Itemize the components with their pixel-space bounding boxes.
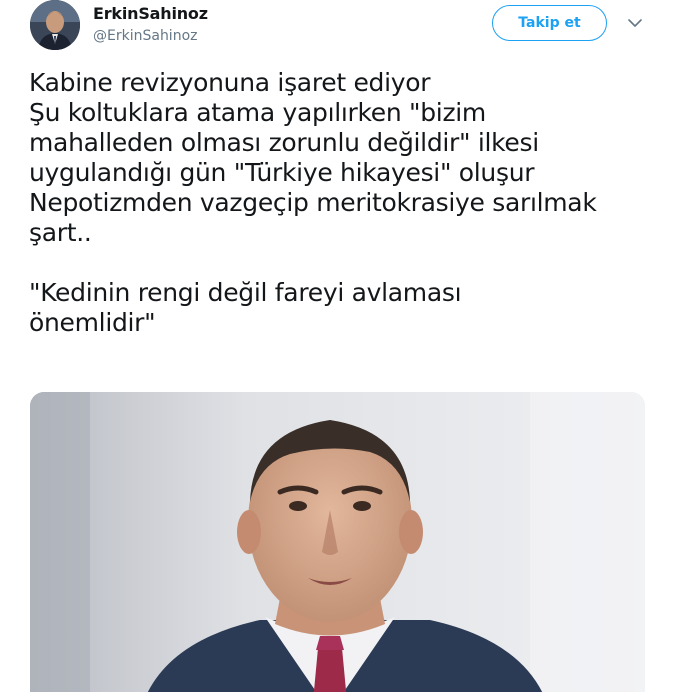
portrait-photo bbox=[30, 392, 645, 692]
tweet-photo[interactable] bbox=[30, 392, 645, 692]
display-name[interactable]: ErkinSahinoz bbox=[93, 4, 208, 23]
tweet-card: ErkinSahinoz @ErkinSahinoz Takip et Kabi… bbox=[0, 0, 673, 692]
tweet-text-line: Şu koltuklara atama yapılırken "bizim bbox=[29, 98, 486, 127]
avatar[interactable] bbox=[30, 0, 80, 50]
tweet-text-spacer bbox=[29, 248, 659, 278]
tweet-text-line: Nepotizmden vazgeçip meritokrasiye sarıl… bbox=[29, 188, 597, 217]
tweet-text-line: mahalleden olması zorunlu değildir" ilke… bbox=[29, 128, 539, 157]
tweet-text-line: önemlidir" bbox=[29, 308, 156, 337]
tweet-text: Kabine revizyonuna işaret ediyor Şu kolt… bbox=[29, 68, 659, 338]
chevron-down-icon[interactable] bbox=[626, 14, 644, 32]
user-handle[interactable]: @ErkinSahinoz bbox=[93, 28, 198, 44]
tweet-text-line: uygulandığı gün "Türkiye hikayesi" oluşu… bbox=[29, 158, 535, 187]
tweet-text-line: Kabine revizyonuna işaret ediyor bbox=[29, 68, 431, 97]
avatar-photo bbox=[30, 0, 80, 50]
tweet-text-line: "Kedinin rengi değil fareyi avlaması bbox=[29, 278, 462, 307]
follow-button[interactable]: Takip et bbox=[492, 5, 607, 41]
tweet-text-line: şart.. bbox=[29, 218, 92, 247]
